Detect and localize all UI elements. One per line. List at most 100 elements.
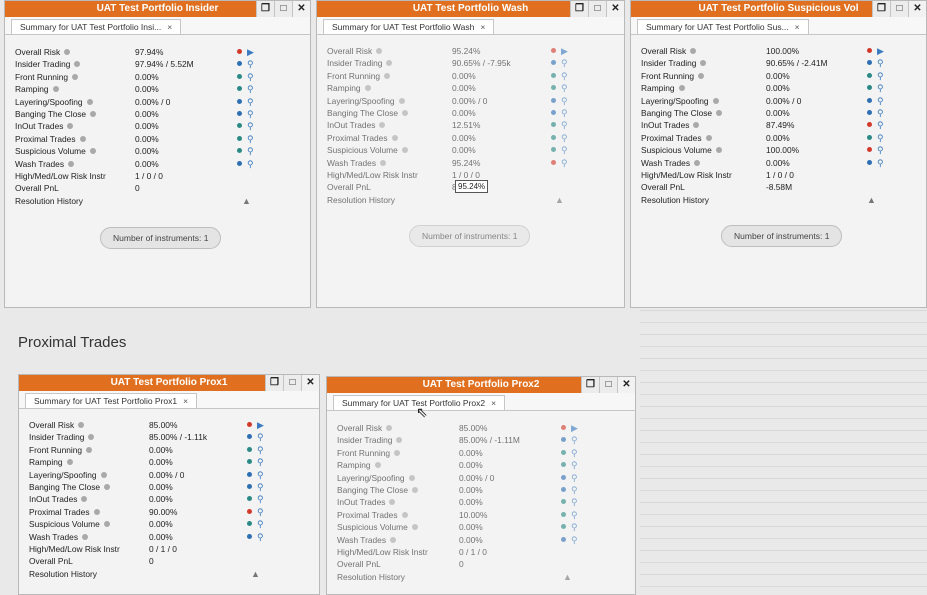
chart-action-icon[interactable]: ⚲ [247,96,254,108]
alert-triangle-icon[interactable]: ▲ [242,195,251,207]
close-icon[interactable]: ✕ [617,377,635,393]
info-icon[interactable] [715,147,722,154]
chart-action-icon[interactable]: ⚲ [571,434,578,446]
restore-icon[interactable]: ❐ [256,1,274,17]
chart-action-icon[interactable]: ⚲ [571,521,578,533]
info-icon[interactable] [93,508,100,515]
info-icon[interactable] [389,499,396,506]
instruments-count-button[interactable]: Number of instruments: 1 [100,227,222,249]
info-icon[interactable] [90,110,97,117]
play-icon[interactable]: ▶ [571,422,578,434]
info-icon[interactable] [100,471,107,478]
maximize-icon[interactable]: □ [588,1,606,17]
close-icon[interactable]: ✕ [606,1,624,17]
chart-action-icon[interactable]: ⚲ [561,57,568,69]
info-icon[interactable] [396,437,403,444]
maximize-icon[interactable]: □ [274,1,292,17]
chart-action-icon[interactable]: ⚲ [571,472,578,484]
info-icon[interactable] [408,474,415,481]
tab-close-icon[interactable]: × [183,396,188,406]
chart-action-icon[interactable]: ⚲ [571,447,578,459]
chart-action-icon[interactable]: ⚲ [247,83,254,95]
chart-action-icon[interactable]: ⚲ [571,484,578,496]
play-icon[interactable]: ▶ [257,419,264,431]
chart-action-icon[interactable]: ⚲ [247,133,254,145]
info-icon[interactable] [402,109,409,116]
chart-action-icon[interactable]: ⚲ [571,459,578,471]
info-icon[interactable] [391,134,398,141]
info-icon[interactable] [88,434,95,441]
alert-triangle-icon[interactable]: ▲ [251,568,260,580]
info-icon[interactable] [700,60,707,67]
chart-action-icon[interactable]: ⚲ [247,71,254,83]
info-icon[interactable] [390,536,397,543]
alert-triangle-icon[interactable]: ▲ [867,194,876,206]
chart-action-icon[interactable]: ⚲ [877,70,884,82]
chart-action-icon[interactable]: ⚲ [561,132,568,144]
info-icon[interactable] [74,61,81,68]
info-icon[interactable] [78,422,85,428]
chart-action-icon[interactable]: ⚲ [571,496,578,508]
info-icon[interactable] [690,48,697,54]
info-icon[interactable] [66,459,73,466]
chart-action-icon[interactable]: ⚲ [247,108,254,120]
chart-action-icon[interactable]: ⚲ [247,120,254,132]
close-icon[interactable]: ✕ [908,1,926,17]
info-icon[interactable] [380,159,387,166]
tab-summary[interactable]: Summary for UAT Test Portfolio Sus... × [637,19,809,34]
info-icon[interactable] [82,533,89,540]
info-icon[interactable] [412,486,419,493]
chart-action-icon[interactable]: ⚲ [877,119,884,131]
info-icon[interactable] [374,462,381,469]
chart-action-icon[interactable]: ⚲ [571,534,578,546]
tab-close-icon[interactable]: × [480,22,485,32]
info-icon[interactable] [379,122,386,129]
info-icon[interactable] [398,97,405,104]
chart-action-icon[interactable]: ⚲ [257,444,264,456]
chart-action-icon[interactable]: ⚲ [877,144,884,156]
restore-icon[interactable]: ❐ [872,1,890,17]
info-icon[interactable] [376,48,383,54]
info-icon[interactable] [64,49,71,55]
chart-action-icon[interactable]: ⚲ [561,82,568,94]
info-icon[interactable] [86,446,93,453]
maximize-icon[interactable]: □ [890,1,908,17]
tab-summary[interactable]: Summary for UAT Test Portfolio Prox1 × [25,393,198,408]
info-icon[interactable] [712,97,719,104]
chart-action-icon[interactable]: ⚲ [257,531,264,543]
chart-action-icon[interactable]: ⚲ [247,145,254,157]
info-icon[interactable] [79,135,86,142]
tab-summary[interactable]: Summary for UAT Test Portfolio Wash × [323,19,495,34]
chart-action-icon[interactable]: ⚲ [561,144,568,156]
info-icon[interactable] [394,449,401,456]
chart-action-icon[interactable]: ⚲ [257,469,264,481]
play-icon[interactable]: ▶ [561,45,568,57]
info-icon[interactable] [386,60,393,67]
chart-action-icon[interactable]: ⚲ [257,493,264,505]
chart-action-icon[interactable]: ⚲ [561,95,568,107]
close-icon[interactable]: ✕ [301,375,319,391]
play-icon[interactable]: ▶ [877,45,884,57]
info-icon[interactable] [52,86,59,93]
info-icon[interactable] [693,122,700,129]
close-icon[interactable]: ✕ [292,1,310,17]
chart-action-icon[interactable]: ⚲ [257,456,264,468]
info-icon[interactable] [705,134,712,141]
info-icon[interactable] [716,109,723,116]
chart-action-icon[interactable]: ⚲ [877,57,884,69]
info-icon[interactable] [364,85,371,92]
chart-action-icon[interactable]: ⚲ [561,70,568,82]
info-icon[interactable] [401,147,408,154]
chart-action-icon[interactable]: ⚲ [257,518,264,530]
chart-action-icon[interactable]: ⚲ [877,95,884,107]
maximize-icon[interactable]: □ [599,377,617,393]
instruments-count-button[interactable]: Number of instruments: 1 [409,225,531,247]
chart-action-icon[interactable]: ⚲ [877,157,884,169]
info-icon[interactable] [694,159,701,166]
info-icon[interactable] [411,524,418,531]
alert-triangle-icon[interactable]: ▲ [563,571,572,583]
instruments-count-button[interactable]: Number of instruments: 1 [721,225,843,247]
info-icon[interactable] [72,73,79,80]
info-icon[interactable] [401,511,408,518]
tab-close-icon[interactable]: × [167,22,172,32]
